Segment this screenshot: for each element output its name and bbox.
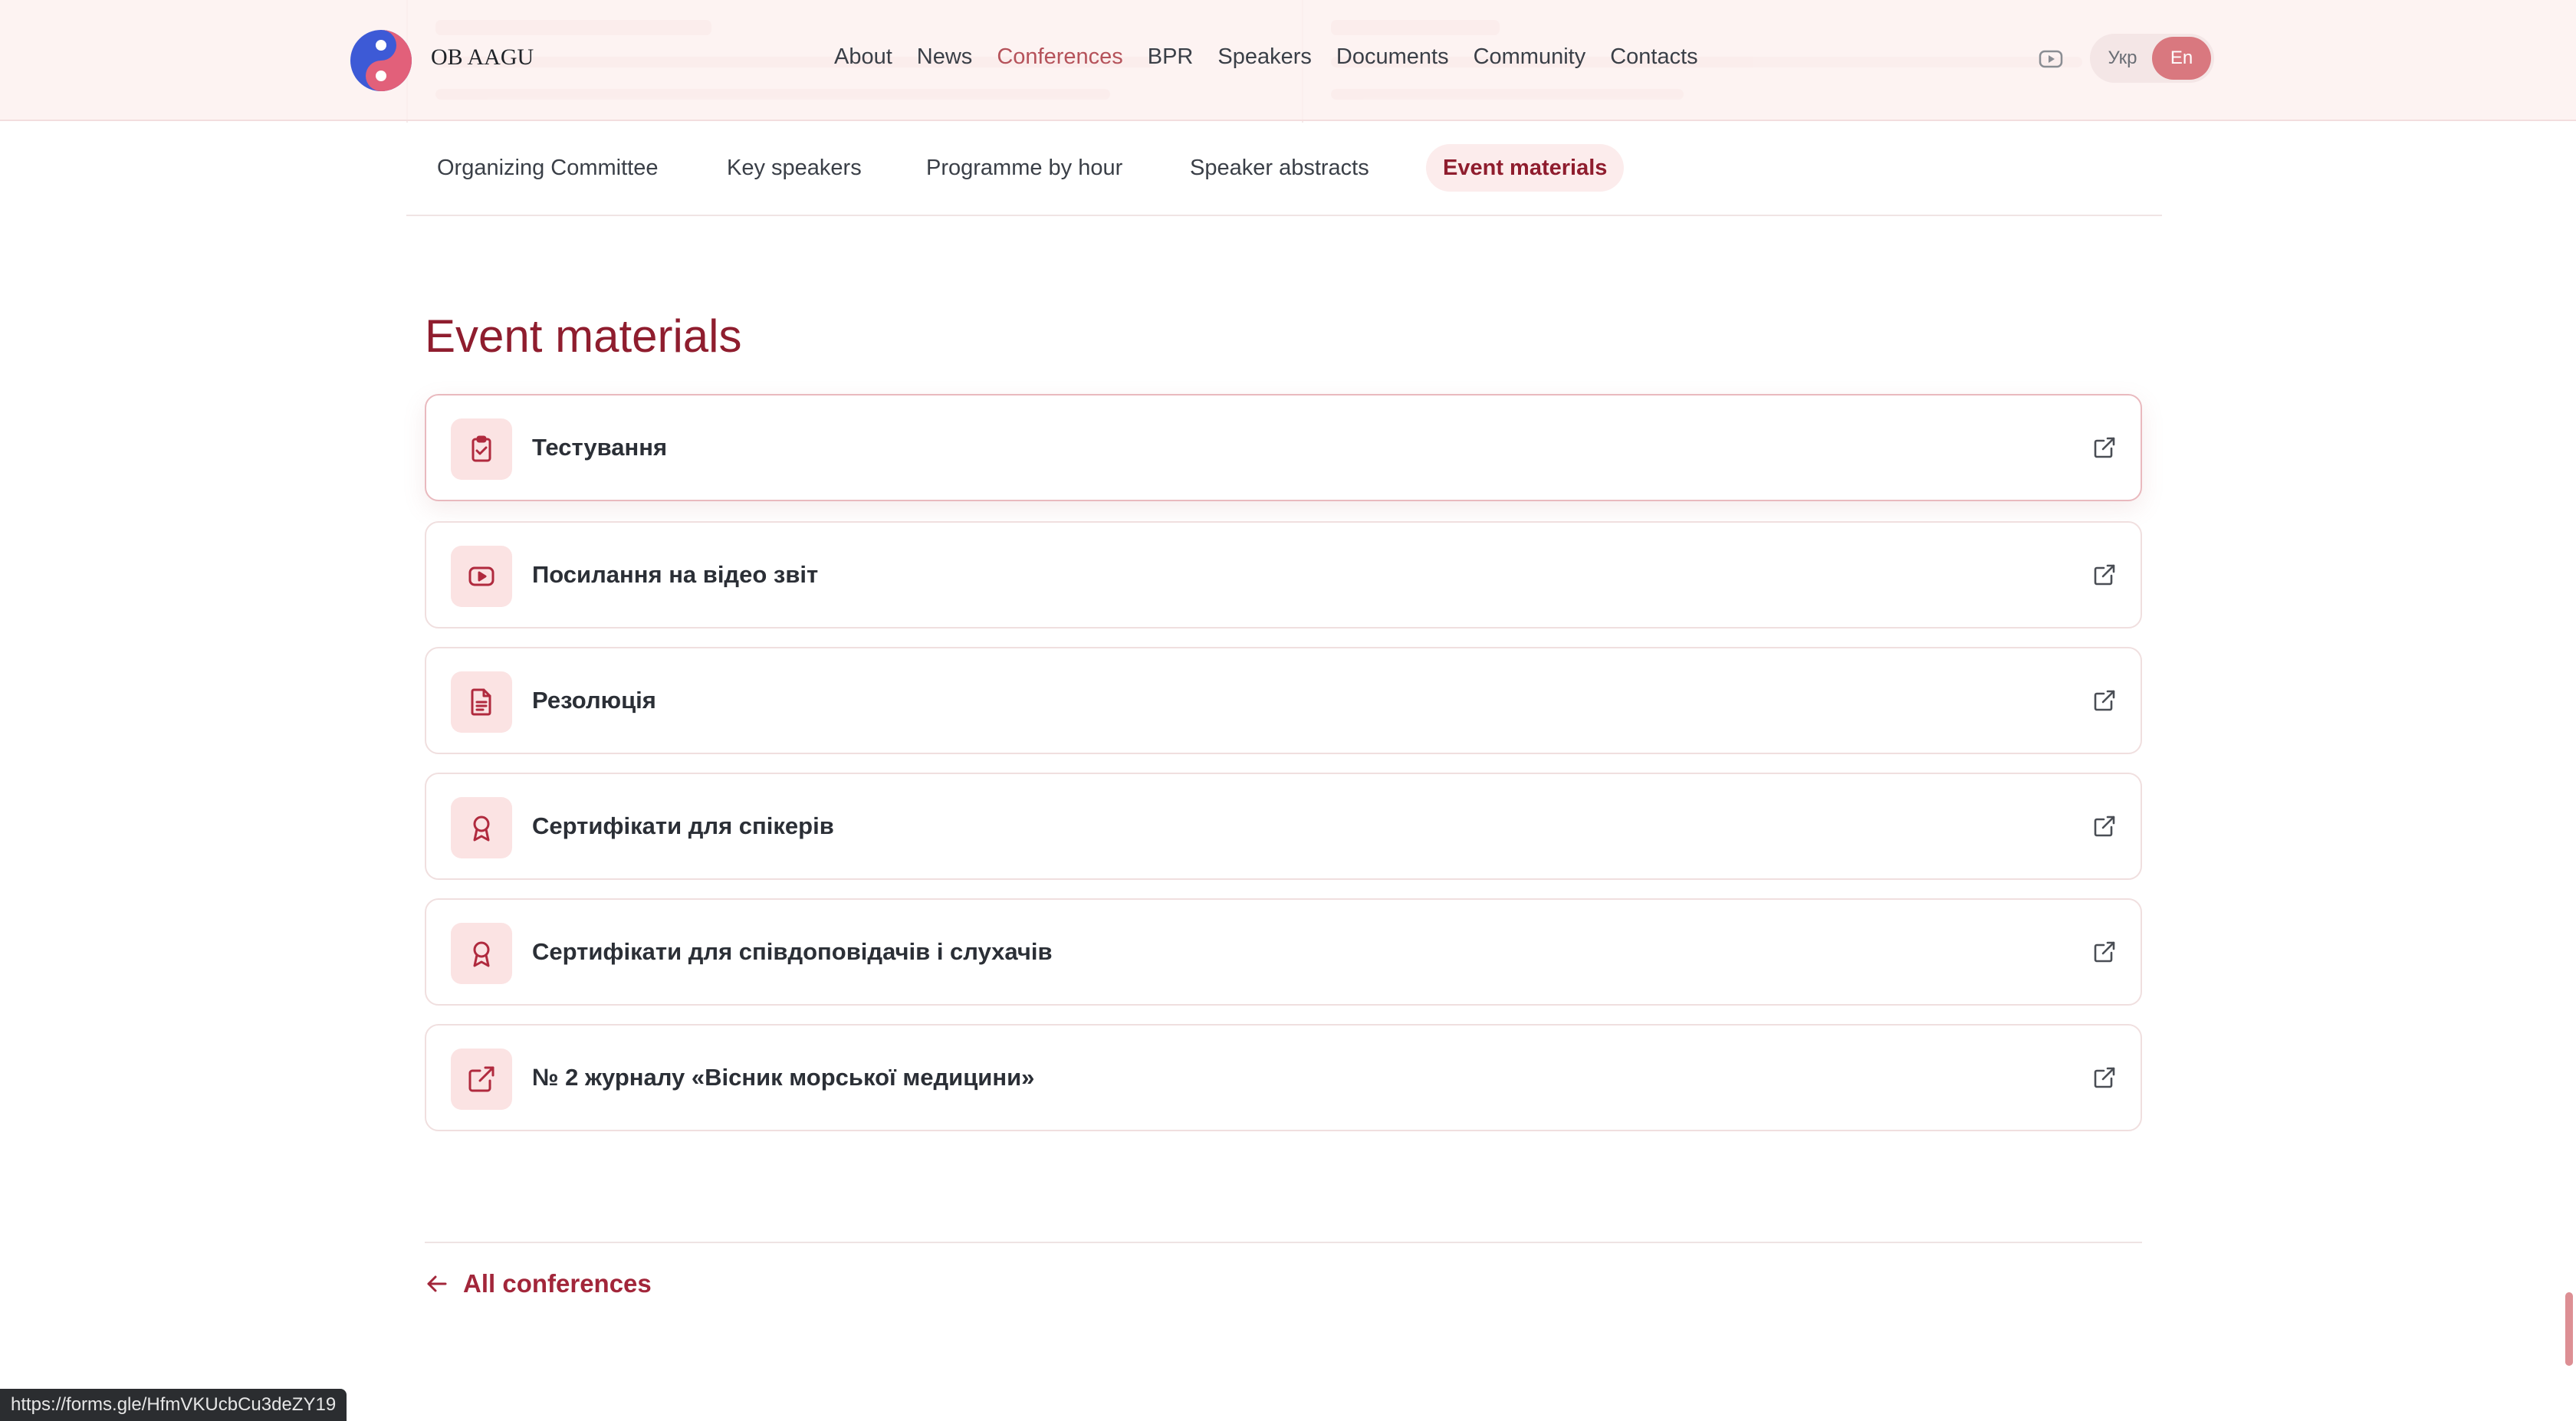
material-link-testing[interactable]: Тестування [425,394,2142,501]
clipboard-check-icon [451,418,512,480]
external-link-icon [2094,1067,2115,1088]
nav-item-documents[interactable]: Documents [1336,44,1449,70]
external-link-icon [2094,690,2115,711]
all-conferences-label: All conferences [463,1269,652,1298]
nav-item-news[interactable]: News [917,44,973,70]
tab-key-speakers[interactable]: Key speakers [727,144,862,192]
material-label: Сертифікати для спікерів [532,812,834,839]
external-link-icon [451,1049,512,1110]
logo[interactable] [350,29,412,92]
tab-programme-by-hour[interactable]: Programme by hour [926,144,1122,192]
youtube-icon [451,546,512,607]
language-switch: Укр En [2090,34,2214,83]
arrow-left-icon [427,1275,447,1292]
page-title: Event materials [425,310,742,362]
material-label: Посилання на відео звіт [532,561,819,588]
material-label: Тестування [532,434,668,461]
nav-item-community[interactable]: Community [1474,44,1586,70]
external-link-icon [2094,941,2115,963]
material-link-speaker-certificates[interactable]: Сертифікати для спікерів [425,773,2142,880]
youtube-icon[interactable] [2038,46,2064,72]
brand-name[interactable]: OB AAGU [431,44,534,71]
conference-subnav: Organizing Committee Key speakers Progra… [406,123,2162,216]
site-header: OB AAGU About News Conferences BPR Speak… [0,0,2576,121]
material-label: Сертифікати для співдоповідачів і слухач… [532,938,1053,965]
all-conferences-link[interactable]: All conferences [425,1269,652,1298]
nav-item-bpr[interactable]: BPR [1148,44,1194,70]
lang-option-uk[interactable]: Укр [2093,37,2152,80]
external-link-icon [2094,564,2115,586]
material-link-journal-issue[interactable]: № 2 журналу «Вісник морської медицини» [425,1024,2142,1131]
external-link-icon [2094,816,2115,837]
tab-organizing-committee[interactable]: Organizing Committee [437,144,659,192]
tab-event-materials[interactable]: Event materials [1426,144,1625,192]
external-link-icon [2094,437,2115,458]
nav-item-about[interactable]: About [834,44,892,70]
award-icon [451,797,512,858]
award-icon [451,923,512,984]
material-label: Резолюція [532,687,656,714]
main-nav: About News Conferences BPR Speakers Docu… [834,44,1723,70]
document-icon [451,671,512,733]
tab-speaker-abstracts[interactable]: Speaker abstracts [1190,144,1369,192]
material-label: № 2 журналу «Вісник морської медицини» [532,1064,1035,1091]
scrollbar-thumb[interactable] [2565,1292,2573,1366]
nav-item-conferences[interactable]: Conferences [997,44,1122,70]
status-bar-url: https://forms.gle/HfmVKUcbCu3deZY19 [0,1389,347,1421]
lang-option-en[interactable]: En [2152,37,2211,80]
nav-item-contacts[interactable]: Contacts [1610,44,1697,70]
material-link-video-report[interactable]: Посилання на відео звіт [425,521,2142,628]
material-link-coauthor-certificates[interactable]: Сертифікати для співдоповідачів і слухач… [425,898,2142,1006]
nav-item-speakers[interactable]: Speakers [1217,44,1312,70]
section-divider [425,1242,2142,1243]
material-link-resolution[interactable]: Резолюція [425,647,2142,754]
